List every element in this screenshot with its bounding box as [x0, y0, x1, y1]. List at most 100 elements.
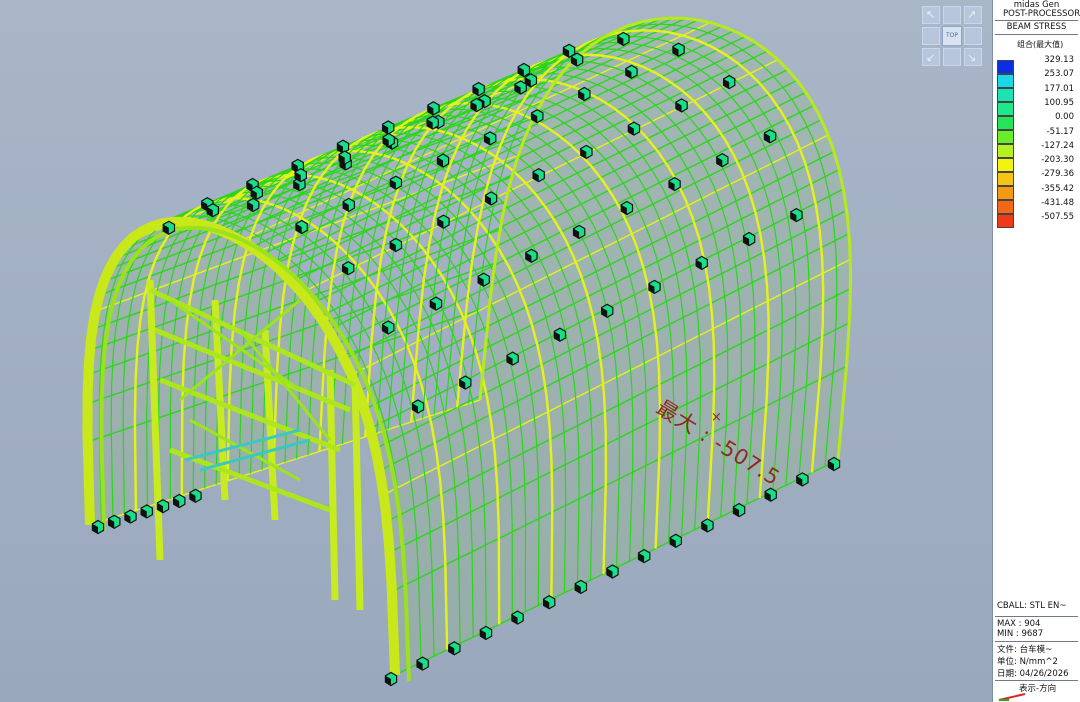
- legend-value: -127.24: [1041, 140, 1074, 151]
- support-node-icon: [140, 504, 153, 519]
- support-node-icon: [470, 97, 483, 113]
- legend-value: 329.13: [1044, 55, 1074, 65]
- support-node-icon: [742, 231, 756, 247]
- support-node-icon: [382, 320, 395, 335]
- legend-value: 253.07: [1044, 69, 1074, 80]
- model-viewport[interactable]: TOP ↖ ↗ ↙ ↘ 最大 : -507.5 ×: [0, 0, 992, 702]
- support-node-icon: [517, 62, 531, 78]
- support-node-icon: [427, 101, 440, 116]
- support-node-icon: [156, 499, 170, 514]
- legend-value: -355.42: [1041, 183, 1074, 194]
- legend-title: 组合(最大值): [1017, 40, 1064, 49]
- support-node-icon: [695, 255, 709, 271]
- support-node-icon: [124, 509, 137, 524]
- support-node-icon: [572, 224, 586, 240]
- arrow-up-right-icon[interactable]: ↗: [967, 9, 976, 20]
- view-cube-cell[interactable]: [964, 27, 982, 45]
- support-node-icon: [732, 502, 746, 518]
- arrow-down-right-icon[interactable]: ↘: [967, 52, 976, 63]
- support-node-icon: [578, 86, 591, 102]
- tunnel-formwork-model: [82, 16, 853, 687]
- legend-value: -507.55: [1041, 212, 1074, 223]
- legend-swatch: [997, 102, 1014, 116]
- legend-swatch: [997, 60, 1014, 74]
- support-node-icon: [250, 185, 263, 200]
- legend-swatch: [997, 186, 1014, 200]
- legend-value: 0.00: [1055, 112, 1074, 123]
- support-node-icon: [722, 74, 736, 90]
- support-node-icon: [448, 641, 461, 656]
- support-node-icon: [530, 109, 544, 124]
- max-element: MAX : 904: [997, 619, 1041, 629]
- legend-swatch: [997, 172, 1014, 186]
- support-node-icon: [91, 519, 105, 535]
- support-node-icon: [246, 197, 260, 213]
- view-cube-cell[interactable]: [943, 6, 961, 24]
- support-node-icon: [426, 115, 439, 130]
- support-node-icon: [173, 493, 186, 509]
- support-node-icon: [620, 200, 634, 216]
- support-node-icon: [701, 518, 714, 533]
- legend-value: -51.17: [1046, 126, 1074, 137]
- support-node-icon: [459, 375, 472, 390]
- support-node-icon: [562, 43, 576, 58]
- support-node-icon: [342, 197, 355, 213]
- support-node-icon: [675, 98, 688, 113]
- color-legend: [997, 60, 1014, 228]
- support-node-icon: [668, 176, 681, 192]
- legend-value: 100.95: [1044, 97, 1074, 108]
- legend-swatch: [997, 130, 1014, 144]
- support-node-icon: [338, 150, 351, 165]
- view-cube-cell[interactable]: [943, 48, 961, 66]
- support-node-icon: [672, 42, 685, 57]
- support-node-icon: [606, 564, 619, 579]
- support-node-icon: [189, 488, 202, 503]
- legend-value: 177.01: [1044, 83, 1074, 94]
- support-node-icon: [416, 656, 429, 671]
- view-cube[interactable]: TOP ↖ ↗ ↙ ↘: [922, 6, 982, 66]
- support-node-icon: [627, 121, 641, 136]
- support-node-icon: [384, 671, 398, 687]
- support-node-icon: [796, 472, 809, 487]
- frame-post: [351, 379, 364, 611]
- support-node-icon: [542, 595, 556, 610]
- legend-swatch: [997, 88, 1014, 102]
- support-node-icon: [483, 131, 497, 146]
- support-node-icon: [790, 207, 803, 223]
- legend-swatch: [997, 144, 1014, 158]
- support-node-icon: [827, 456, 841, 472]
- support-node-icon: [514, 80, 527, 95]
- legend-swatch: [997, 200, 1014, 214]
- support-node-icon: [382, 120, 395, 135]
- support-node-icon: [574, 579, 588, 595]
- support-node-icon: [511, 610, 524, 625]
- support-node-icon: [580, 144, 593, 160]
- support-node-icon: [107, 514, 121, 529]
- support-node-icon: [294, 168, 307, 183]
- support-node-icon: [382, 132, 395, 148]
- legend-value: -203.30: [1041, 155, 1074, 166]
- arrow-down-left-icon[interactable]: ↙: [926, 52, 935, 63]
- legend-swatch: [997, 158, 1014, 172]
- support-node-icon: [525, 248, 538, 263]
- support-node-icon: [669, 533, 683, 548]
- date-label: 日期: 04/26/2026: [997, 669, 1069, 679]
- support-node-icon: [411, 399, 425, 414]
- view-cube-top-face[interactable]: TOP: [942, 26, 962, 46]
- arrow-up-left-icon[interactable]: ↖: [926, 9, 935, 20]
- view-cube-cell[interactable]: [922, 27, 940, 45]
- support-node-icon: [600, 303, 614, 318]
- min-element: MIN : 9687: [997, 629, 1044, 639]
- support-node-icon: [437, 214, 450, 229]
- support-node-icon: [716, 153, 729, 168]
- support-node-icon: [477, 272, 490, 287]
- legend-value: -279.36: [1041, 169, 1074, 180]
- support-node-icon: [532, 168, 545, 183]
- support-node-icon: [295, 219, 308, 235]
- support-node-icon: [648, 279, 661, 295]
- max-location-marker-icon: ×: [711, 410, 722, 425]
- legend-value: -431.48: [1041, 198, 1074, 208]
- app-subtitle: POST-PROCESSOR: [1003, 9, 1080, 19]
- support-node-icon: [389, 237, 403, 253]
- support-node-icon: [625, 64, 638, 79]
